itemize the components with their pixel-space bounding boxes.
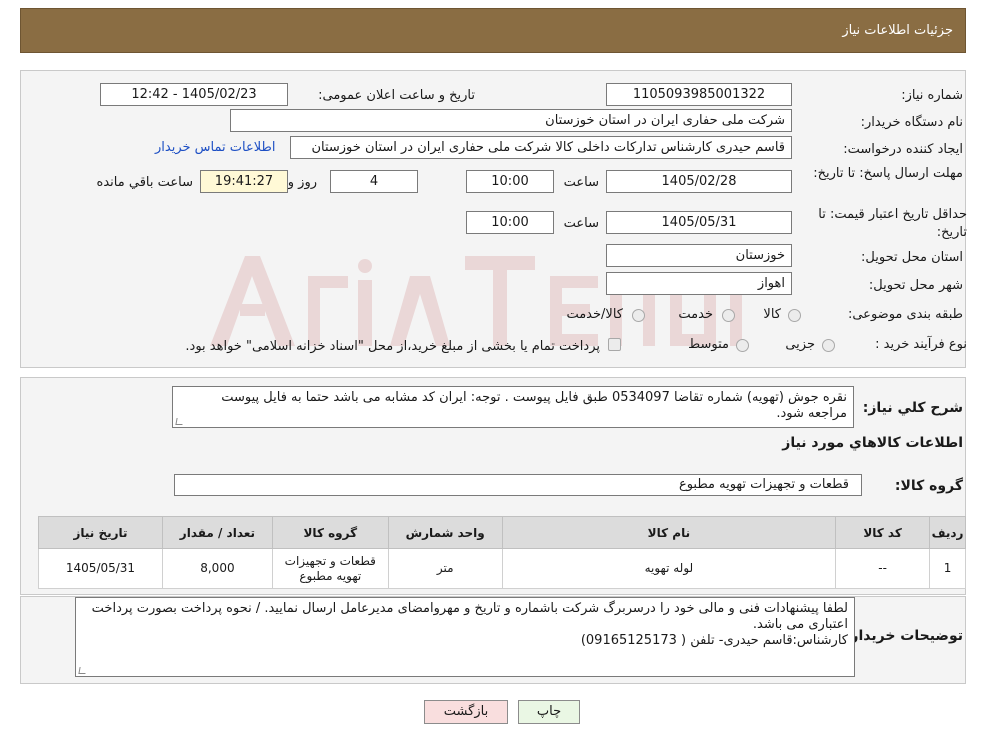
province-field: خوزستان xyxy=(606,244,792,267)
print-button[interactable]: چاپ xyxy=(518,700,580,724)
validity-time-field: 10:00 xyxy=(466,211,554,234)
summary-textarea: نقره جوش (تهویه) شماره تقاضا 0534097 طبق… xyxy=(172,386,854,428)
buyer-notes-textarea: لطفا پیشنهادات فنی و مالی خود را درسربرگ… xyxy=(75,597,855,677)
page-header: جزئیات اطلاعات نیاز xyxy=(20,8,966,53)
creator-field: قاسم حیدری کارشناس تدارکات داخلی کالا شر… xyxy=(290,136,792,159)
cell-unit: متر xyxy=(387,548,503,589)
creator-label: ایجاد کننده درخواست: xyxy=(843,142,963,157)
treasury-checkbox[interactable] xyxy=(608,338,621,351)
days-label: روز و xyxy=(287,175,317,190)
category-goods-label: کالا xyxy=(763,307,781,322)
province-label: استان محل تحویل: xyxy=(861,250,963,265)
category-label: طبقه بندی موضوعی: xyxy=(847,307,963,322)
purchase-note: پرداخت تمام یا بخشی از مبلغ خرید،از محل … xyxy=(185,339,600,354)
buyer-notes-label: توضيحات خريدار: xyxy=(844,628,963,644)
category-both-label: کالا/خدمت xyxy=(566,307,623,322)
days-field: 4 xyxy=(330,170,418,193)
remaining-label: ساعت باقي مانده xyxy=(96,175,193,190)
category-service-radio[interactable] xyxy=(722,309,735,322)
need-number-label: شماره نیاز: xyxy=(901,88,963,103)
cell-group: قطعات و تجهیزات تهویه مطبوع xyxy=(271,548,389,589)
deadline-label: مهلت ارسال پاسخ: تا تاریخ: xyxy=(813,166,963,181)
cell-code: -- xyxy=(835,548,931,589)
col-code-header: کد کالا xyxy=(835,516,931,549)
table-row: 1 -- لوله تهویه متر قطعات و تجهیزات تهوی… xyxy=(38,548,966,589)
deadline-time-field: 10:00 xyxy=(466,170,554,193)
buyer-notes-line2: کارشناس:قاسم حیدری- تلفن ( 09165125173) xyxy=(580,633,848,648)
summary-text: نقره جوش (تهویه) شماره تقاضا 0534097 طبق… xyxy=(221,390,847,421)
page-title: جزئیات اطلاعات نیاز xyxy=(842,23,953,38)
cell-qty: 8,000 xyxy=(161,548,273,589)
need-number-field: 1105093985001322 xyxy=(606,83,792,106)
back-button[interactable]: بازگشت xyxy=(424,700,508,724)
table-header-row: رديف کد کالا نام کالا واحد شمارش گروه کا… xyxy=(38,516,966,549)
col-row-header: رديف xyxy=(929,516,966,549)
col-name-header: نام کالا xyxy=(501,516,837,549)
purchase-type-label: نوع فرآیند خرید : xyxy=(875,337,967,352)
validity-time-label: ساعت xyxy=(563,216,599,231)
buyer-notes-line1: لطفا پیشنهادات فنی و مالی خود را درسربرگ… xyxy=(91,601,848,632)
purchase-medium-radio[interactable] xyxy=(736,339,749,352)
category-both-radio[interactable] xyxy=(632,309,645,322)
cell-row: 1 xyxy=(929,548,966,589)
goods-group-field: قطعات و تجهیزات تهویه مطبوع xyxy=(174,474,862,496)
category-service-label: خدمت xyxy=(678,307,713,322)
deadline-time-label: ساعت xyxy=(563,175,599,190)
col-qty-header: تعداد / مقدار xyxy=(161,516,273,549)
purchase-minor-radio[interactable] xyxy=(822,339,835,352)
goods-info-title: اطلاعات کالاهاي مورد نياز xyxy=(782,435,963,451)
goods-table: رديف کد کالا نام کالا واحد شمارش گروه کا… xyxy=(38,516,966,589)
city-field: اهواز xyxy=(606,272,792,295)
purchase-minor-label: جزیی xyxy=(785,337,815,352)
cell-name: لوله تهویه xyxy=(501,548,837,589)
deadline-date-field: 1405/02/28 xyxy=(606,170,792,193)
purchase-medium-label: متوسط xyxy=(688,337,729,352)
buyer-org-label: نام دستگاه خریدار: xyxy=(860,115,963,130)
buyer-org-field: شرکت ملی حفاری ایران در استان خوزستان xyxy=(230,109,792,132)
summary-label: شرح کلي نياز: xyxy=(862,400,963,416)
validity-label: حداقل تاریخ اعتبار قیمت: تا تاریخ: xyxy=(818,207,967,240)
city-label: شهر محل تحویل: xyxy=(868,278,963,293)
validity-date-field: 1405/05/31 xyxy=(606,211,792,234)
cell-date: 1405/05/31 xyxy=(38,548,163,589)
remaining-time-field: 19:41:27 xyxy=(200,170,288,193)
announce-label: تاریخ و ساعت اعلان عمومی: xyxy=(318,88,475,103)
col-date-header: تاریخ نیاز xyxy=(38,516,163,549)
category-goods-radio[interactable] xyxy=(788,309,801,322)
announce-field: 1405/02/23 - 12:42 xyxy=(100,83,288,106)
resize-handle-icon[interactable] xyxy=(175,418,184,425)
col-unit-header: واحد شمارش xyxy=(387,516,503,549)
buyer-contact-link[interactable]: اطلاعات تماس خریدار xyxy=(155,140,275,155)
goods-group-label: گروه کالا: xyxy=(894,478,963,494)
resize-handle-icon[interactable] xyxy=(78,667,87,674)
col-group-header: گروه کالا xyxy=(271,516,389,549)
